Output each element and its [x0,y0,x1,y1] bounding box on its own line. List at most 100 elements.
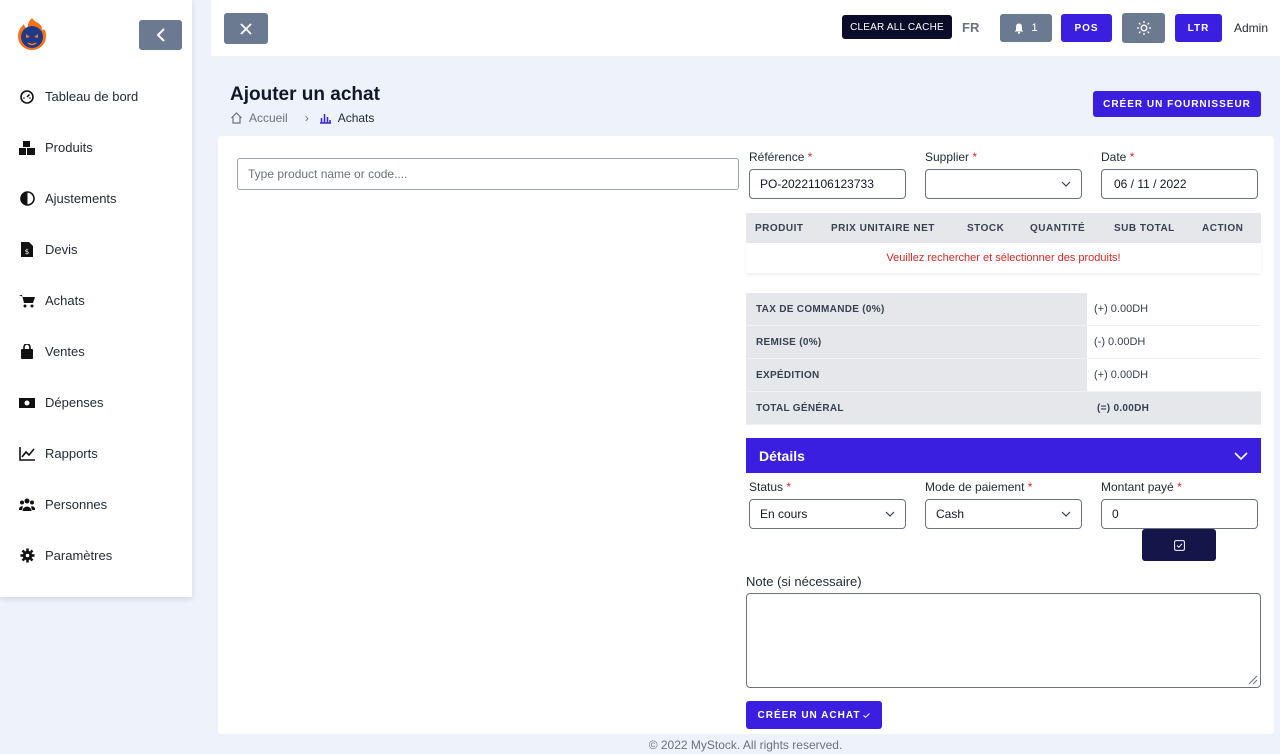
total-label: REMISE (0%) [746,326,1087,358]
sidebar-item-quotations[interactable]: $ Devis [0,224,192,275]
table-row: TOTAL GÉNÉRAL (=) 0.00DH [746,392,1261,425]
sidebar-item-label: Rapports [45,446,98,461]
date-field[interactable]: 06 / 11 / 2022 [1101,169,1258,199]
create-supplier-button[interactable]: CRÉER UN FOURNISSEUR [1093,91,1261,117]
check-square-icon [1173,539,1185,551]
sidebar-nav: Tableau de bord Produits Ajustements $ D… [0,71,192,581]
breadcrumb-home[interactable]: Accueil [230,111,288,125]
product-table-empty-message: Veuillez rechercher et sélectionner des … [746,243,1261,273]
total-value: (+) 0.00DH [1094,369,1149,381]
gear-icon [19,548,35,564]
total-label: TAX DE COMMANDE (0%) [746,293,1087,325]
pos-button[interactable]: POS [1061,14,1112,42]
home-icon [231,112,242,124]
theme-toggle-button[interactable] [1122,13,1165,43]
sidebar-item-label: Personnes [45,497,108,512]
column-header: QUANTITÉ [1030,222,1086,234]
table-row: REMISE (0%) (-) 0.00DH [746,326,1261,359]
details-accordion[interactable]: Détails [746,438,1261,473]
breadcrumb: Accueil › Achats [230,111,374,125]
amount-paid-field[interactable]: 0 [1101,499,1258,529]
table-row: TAX DE COMMANDE (0%) (+) 0.00DH [746,293,1261,326]
payment-method-label: Mode de paiement * [925,480,1033,494]
column-header: PRODUIT [755,222,804,234]
sidebar-item-label: Devis [45,242,78,257]
user-menu[interactable]: Admin [1234,21,1268,35]
chevron-down-icon [885,511,895,517]
top-bar: CLEAR ALL CACHE FR 1 POS LTR Admin [211,0,1280,56]
sidebar-item-sales[interactable]: Ventes [0,326,192,377]
supplier-select[interactable] [925,169,1082,199]
svg-text:$: $ [25,248,29,256]
footer-copyright: © 2022 MyStock. All rights reserved. [648,738,843,752]
ltr-button[interactable]: LTR [1175,14,1222,42]
supplier-label: Supplier * [925,150,978,164]
column-header: STOCK [967,222,1005,234]
sidebar-item-label: Ajustements [45,191,117,206]
table-row: EXPÉDITION (+) 0.00DH [746,359,1261,392]
cart-icon [19,293,35,309]
confirm-amount-button[interactable] [1142,529,1216,561]
totals-table: TAX DE COMMANDE (0%) (+) 0.00DH REMISE (… [746,293,1261,425]
create-purchase-button[interactable]: CRÉER UN ACHAT [746,701,882,729]
bell-icon [1014,23,1024,34]
sidebar-item-reports[interactable]: Rapports [0,428,192,479]
sidebar-item-purchases[interactable]: Achats [0,275,192,326]
reference-field[interactable]: PO-20221106123733 [749,169,906,199]
sidebar-item-label: Dépenses [45,395,104,410]
amount-paid-label: Montant payé * [1101,480,1182,494]
language-switch[interactable]: FR [962,20,979,35]
sidebar-item-dashboard[interactable]: Tableau de bord [0,71,192,122]
status-select[interactable]: En cours [749,499,906,529]
notifications-button[interactable]: 1 [1000,14,1052,42]
sidebar-item-label: Achats [45,293,85,308]
page-title: Ajouter un achat [230,84,380,105]
close-icon [240,22,252,35]
date-label: Date * [1101,150,1135,164]
sidebar-item-expenses[interactable]: Dépenses [0,377,192,428]
check-icon [863,712,871,718]
total-value: (+) 0.00DH [1094,303,1149,315]
sidebar-item-people[interactable]: Personnes [0,479,192,530]
chart-line-icon [19,446,35,462]
total-label: EXPÉDITION [746,359,1087,391]
notifications-count: 1 [1031,22,1038,34]
breadcrumb-separator: › [304,111,309,125]
quotation-icon: $ [19,242,35,258]
sidebar-item-settings[interactable]: Paramètres [0,530,192,581]
bag-icon [19,344,35,360]
sidebar-item-label: Produits [45,140,93,155]
breadcrumb-home-label: Accueil [249,111,288,125]
sidebar-item-products[interactable]: Produits [0,122,192,173]
close-button[interactable] [224,13,268,44]
dashboard-icon [19,89,35,105]
sidebar-item-adjustments[interactable]: Ajustements [0,173,192,224]
status-label: Status * [749,480,792,494]
chevron-left-icon [156,28,165,42]
column-header: SUB TOTAL [1114,222,1175,234]
bar-chart-icon [319,114,331,124]
clear-cache-button[interactable]: CLEAR ALL CACHE [842,15,952,39]
money-icon [19,395,35,411]
note-textarea[interactable] [746,593,1261,688]
grand-total-value: (=) 0.00DH [1097,402,1150,414]
reference-label: Référence * [749,150,813,164]
details-title: Détails [759,447,805,464]
note-label: Note (si nécessaire) [746,574,862,589]
collapse-sidebar-button[interactable] [139,20,182,50]
column-header: PRIX UNITAIRE NET [831,222,935,234]
resize-handle-icon[interactable] [1248,675,1258,685]
chevron-down-icon [1234,451,1248,460]
logo-icon[interactable] [16,16,48,52]
breadcrumb-current-label: Achats [337,111,375,125]
breadcrumb-current: Achats [319,111,375,125]
sidebar-item-label: Tableau de bord [45,89,139,104]
chevron-down-icon [1061,511,1071,517]
payment-method-select[interactable]: Cash [925,499,1082,529]
people-icon [19,497,35,513]
products-icon [19,140,35,156]
column-header: ACTION [1202,222,1244,234]
product-search-input[interactable] [237,158,739,190]
sun-icon [1136,21,1151,35]
sidebar-item-label: Ventes [45,344,85,359]
